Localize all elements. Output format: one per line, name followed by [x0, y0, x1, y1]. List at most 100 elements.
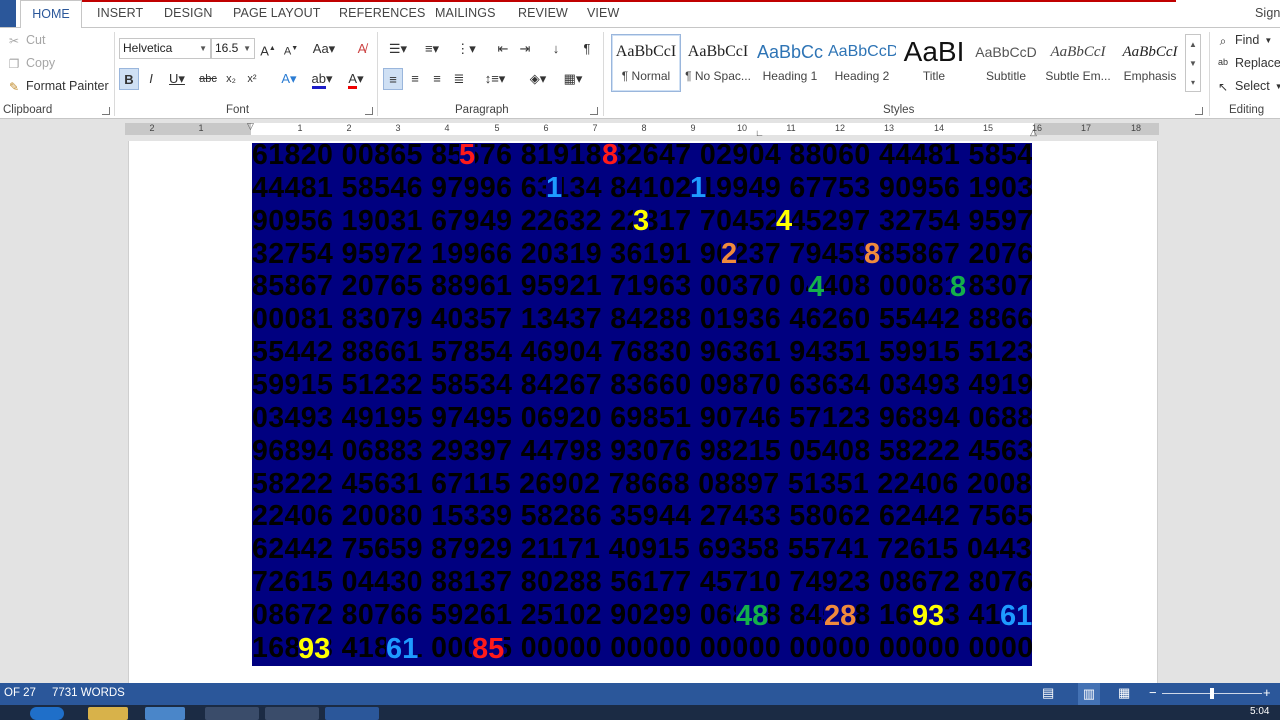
decrease-indent-icon[interactable]: ⇤	[494, 38, 512, 60]
word-icon[interactable]	[325, 707, 379, 720]
format-painter-button[interactable]: ✎ Format Painter	[7, 79, 109, 94]
clock: 5:04	[1250, 706, 1270, 717]
tab-stop-marker[interactable]: ∟	[755, 128, 764, 138]
start-ie-icon[interactable]	[30, 707, 64, 720]
italic-icon[interactable]: I	[143, 68, 159, 90]
style-6[interactable]: AaBbCcD Subtitle	[971, 34, 1041, 92]
read-mode-icon[interactable]: ▤	[1042, 685, 1054, 701]
increase-indent-icon[interactable]: ⇥	[516, 38, 534, 60]
line-spacing-icon[interactable]: ↕≡▾	[480, 68, 510, 90]
shrink-font-icon[interactable]: A▼	[282, 38, 300, 60]
tab-mailings[interactable]: MAILINGS	[435, 6, 496, 20]
styles-scroll[interactable]: ▲ ▼ ▾	[1185, 34, 1201, 92]
highlighted-digit: 8	[950, 271, 967, 304]
tab-review[interactable]: REVIEW	[518, 6, 568, 20]
number-row: 55442 88661 57854 46904 76830 96361 9435…	[252, 336, 1032, 369]
style-3[interactable]: AaBbCc Heading 1	[755, 34, 825, 92]
find-button[interactable]: ⌕ Find ▼	[1216, 33, 1273, 48]
select-button[interactable]: ↖ Select ▼	[1216, 79, 1280, 94]
highlighted-digit: 61	[1000, 600, 1032, 633]
subscript-icon[interactable]: x₂	[222, 68, 240, 90]
font-family-select[interactable]: Helvetica ▼	[119, 38, 211, 59]
tab-design[interactable]: DESIGN	[164, 6, 213, 20]
shading-icon[interactable]: ◈▾	[523, 68, 553, 90]
text-effects-icon[interactable]: A▾	[276, 68, 302, 90]
style-8[interactable]: AaBbCcI Emphasis	[1115, 34, 1185, 92]
style-5[interactable]: AaBI Title	[899, 34, 969, 92]
style-1[interactable]: AaBbCcI ¶ Normal	[611, 34, 681, 92]
borders-icon[interactable]: ▦▾	[558, 68, 588, 90]
replace-button[interactable]: ab Replace	[1216, 56, 1280, 70]
word-count[interactable]: 7731 WORDS	[52, 687, 125, 699]
media-icon[interactable]	[145, 707, 185, 720]
style-2[interactable]: AaBbCcI ¶ No Spac...	[683, 34, 753, 92]
ruler-number: 1	[198, 123, 204, 133]
paintbrush-icon: ✎	[8, 79, 20, 94]
copy-button[interactable]: ❐ Copy	[7, 56, 56, 71]
styles-group-label: Styles	[883, 104, 915, 116]
bold-icon[interactable]: B	[119, 68, 139, 90]
numbering-icon[interactable]: ≡▾	[418, 38, 446, 60]
highlight-color-icon[interactable]: ab▾	[307, 68, 337, 90]
app-icon[interactable]	[205, 707, 259, 720]
style-sample: AaBbCcI	[687, 43, 749, 60]
font-launcher-icon[interactable]	[365, 107, 373, 115]
status-bar: OF 27 7731 WORDS ▤ ▥ ▦ − +	[0, 683, 1280, 705]
chrome-icon[interactable]	[265, 707, 319, 720]
font-color-icon[interactable]: A▾	[341, 68, 371, 90]
page-count[interactable]: OF 27	[4, 687, 36, 699]
web-layout-icon[interactable]: ▦	[1118, 685, 1130, 701]
clear-formatting-icon[interactable]: A̸	[352, 38, 372, 60]
zoom-in-icon[interactable]: +	[1263, 685, 1271, 700]
number-grid-image[interactable]: 61820 00865 85576 81918 82647 02904 8806…	[252, 143, 1032, 666]
tab-home[interactable]: HOME	[20, 0, 82, 28]
align-right-icon[interactable]: ≡	[428, 68, 446, 90]
align-left-icon[interactable]: ≡	[383, 68, 403, 90]
horizontal-ruler[interactable]: 2 1 1 2 3 4 5 6 7 8 9 10 11 12 13 14 15 16 17 18 ▽ △ ∟	[0, 119, 1280, 141]
underline-icon[interactable]: U▾	[164, 68, 190, 90]
tab-references[interactable]: REFERENCES	[339, 6, 425, 20]
tab-insert[interactable]: INSERT	[97, 6, 143, 20]
strikethrough-icon[interactable]: abc	[197, 68, 219, 90]
multilevel-list-icon[interactable]: ⋮▾	[452, 38, 480, 60]
highlighted-digit: 93	[298, 633, 331, 666]
replace-icon: ab	[1217, 56, 1228, 67]
highlighted-digit: 85	[472, 633, 505, 666]
font-size-select[interactable]: 16.5 ▼	[211, 38, 255, 59]
zoom-slider-thumb[interactable]	[1210, 688, 1214, 699]
grow-font-icon[interactable]: A▲	[259, 38, 277, 60]
print-layout-icon[interactable]: ▥	[1078, 683, 1100, 705]
number-row: 32754 95972 19966 20319 36191 96237 7945…	[252, 237, 1032, 270]
clipboard-launcher-icon[interactable]	[102, 107, 110, 115]
number-row: 72615 04430 88137 80288 56177 45710 7492…	[252, 566, 1032, 599]
file-tab[interactable]	[0, 0, 16, 27]
sort-icon[interactable]: ↓	[547, 38, 565, 60]
style-sample: AaBI	[903, 36, 965, 67]
styles-launcher-icon[interactable]	[1195, 107, 1203, 115]
justify-icon[interactable]: ≣	[450, 68, 468, 90]
highlighted-digit: 48	[736, 600, 769, 633]
paragraph-launcher-icon[interactable]	[590, 107, 598, 115]
number-row: 16893 41861 00085 00000 00000 00000 0000…	[252, 631, 1032, 664]
sign-in-link[interactable]: Sign	[1255, 6, 1280, 20]
ruler-number: 7	[592, 123, 598, 133]
first-line-indent-marker[interactable]: ▽	[247, 121, 254, 132]
show-formatting-icon[interactable]: ¶	[578, 38, 596, 60]
file-explorer-icon[interactable]	[88, 707, 128, 720]
style-sample: AaBbCcD	[975, 44, 1037, 60]
ruler-number: 2	[149, 123, 155, 133]
right-indent-marker[interactable]: △	[1030, 127, 1037, 138]
style-4[interactable]: AaBbCcD Heading 2	[827, 34, 897, 92]
align-center-icon[interactable]: ≡	[406, 68, 424, 90]
highlighted-digit: 1	[546, 172, 563, 205]
ruler-number: 3	[395, 123, 401, 133]
change-case-icon[interactable]: Aa▾	[309, 38, 339, 60]
style-7[interactable]: AaBbCcI Subtle Em...	[1043, 34, 1113, 92]
bullets-icon[interactable]: ☰▾	[384, 38, 412, 60]
tab-page-layout[interactable]: PAGE LAYOUT	[233, 6, 320, 20]
superscript-icon[interactable]: x²	[243, 68, 261, 90]
cut-button[interactable]: ✂ Cut	[7, 33, 45, 48]
tab-view[interactable]: VIEW	[587, 6, 619, 20]
zoom-out-icon[interactable]: −	[1149, 685, 1157, 700]
ruler-number: 1	[297, 123, 303, 133]
